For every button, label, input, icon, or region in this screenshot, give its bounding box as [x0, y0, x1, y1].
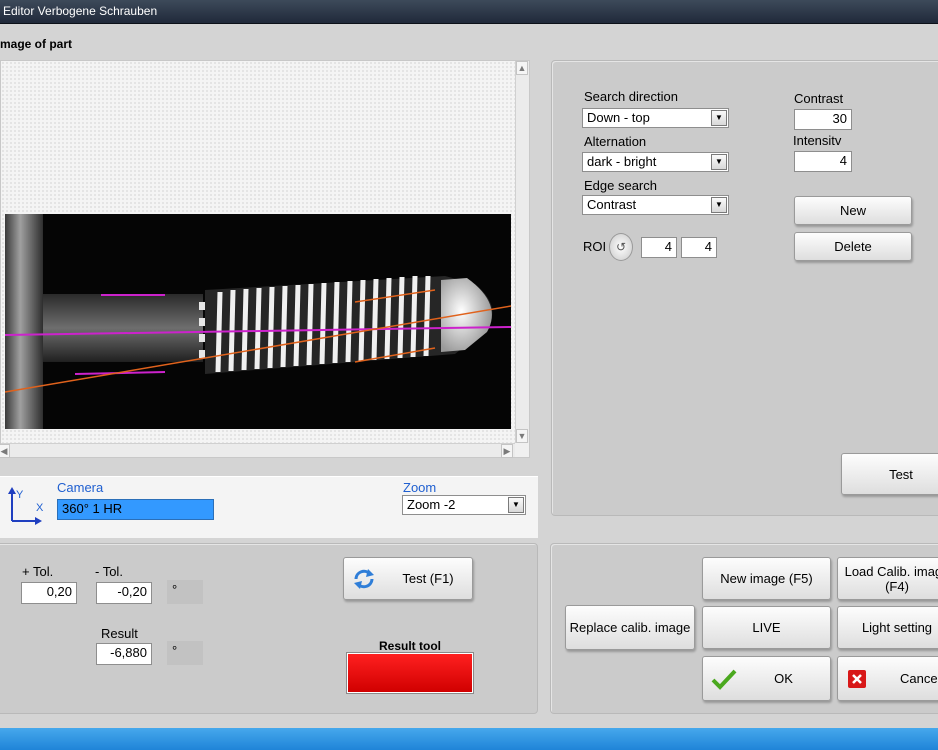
result-label: Result [101, 626, 138, 641]
ok-button[interactable]: OK [702, 656, 831, 701]
alternation-dropdown[interactable]: dark - bright ▼ [582, 152, 729, 172]
zoom-label: Zoom [403, 480, 437, 495]
result-tool-label: Result tool [379, 639, 441, 653]
light-setting-button[interactable]: Light setting [837, 606, 938, 649]
edge-search-dropdown[interactable]: Contrast ▼ [582, 195, 729, 215]
search-direction-value: Down - top [587, 110, 650, 125]
plus-tol-label: + Tol. [22, 564, 54, 579]
checkmark-icon [711, 669, 737, 690]
axis-x-label: X [36, 502, 44, 514]
part-image [5, 214, 511, 429]
minus-tol-field[interactable]: -0,20 [96, 582, 152, 604]
contrast-label: Contrast [794, 91, 844, 106]
tol-unit-box: ° [167, 580, 203, 604]
settings-panel: Search direction Down - top ▼ Alternatio… [551, 60, 938, 516]
intensity-label: Intensitv [793, 133, 842, 148]
window-title: Editor Verbogene Schrauben [3, 4, 158, 18]
edge-search-label: Edge search [584, 178, 657, 193]
close-icon [848, 670, 866, 688]
new-image-button[interactable]: New image (F5) [702, 557, 831, 600]
roi-field-a[interactable]: 4 [641, 237, 677, 258]
chevron-down-icon[interactable]: ▼ [508, 497, 524, 513]
live-button[interactable]: LIVE [702, 606, 831, 649]
contrast-field[interactable]: 30 [794, 109, 852, 130]
result-field: -6,880 [96, 643, 152, 665]
intensity-field[interactable]: 4 [794, 151, 852, 172]
action-panel: New image (F5) Load Calib. image (F4) Re… [550, 543, 938, 714]
load-calib-button[interactable]: Load Calib. image (F4) [837, 557, 938, 600]
refresh-icon [354, 569, 374, 589]
result-tool-indicator [347, 653, 473, 693]
roi-label: ROI [583, 239, 607, 254]
axis-y-label: Y [16, 489, 24, 501]
camera-label: Camera [57, 480, 104, 495]
edge-search-value: Contrast [587, 197, 637, 212]
replace-calib-button[interactable]: Replace calib. image [565, 605, 695, 650]
scroll-right-icon[interactable]: ▶ [501, 444, 513, 458]
search-direction-dropdown[interactable]: Down - top ▼ [582, 108, 729, 128]
horizontal-scrollbar[interactable]: ◀ ▶ [0, 443, 515, 458]
tolerance-panel: + Tol. 0,20 - Tol. -0,20 ° Result -6,880… [0, 543, 538, 714]
camera-select[interactable]: 360° 1 HR [57, 499, 214, 520]
chevron-down-icon[interactable]: ▼ [711, 110, 727, 126]
alternation-label: Alternation [584, 134, 647, 149]
scroll-down-icon[interactable]: ▼ [516, 429, 528, 443]
vertical-scrollbar[interactable]: ▲ ▼ [515, 61, 529, 443]
search-direction-label: Search direction [584, 89, 678, 104]
minus-tol-label: - Tol. [95, 564, 123, 579]
zoom-dropdown[interactable]: Zoom -2 ▼ [402, 495, 526, 515]
roi-field-b[interactable]: 4 [681, 237, 717, 258]
test-button[interactable]: Test [841, 453, 938, 495]
chevron-down-icon[interactable]: ▼ [711, 197, 727, 213]
cancel-label: Cancel [900, 671, 938, 686]
zoom-value: Zoom -2 [407, 497, 456, 512]
test-f1-label: Test (F1) [402, 571, 454, 586]
new-button[interactable]: New [794, 196, 912, 225]
result-unit-box: ° [167, 641, 203, 665]
test-f1-button[interactable]: Test (F1) [343, 557, 473, 600]
alternation-value: dark - bright [587, 154, 657, 169]
title-bar: Editor Verbogene Schrauben [0, 0, 938, 24]
delete-button[interactable]: Delete [794, 232, 912, 261]
section-heading: mage of part [0, 37, 73, 51]
plus-tol-field[interactable]: 0,20 [21, 582, 77, 604]
tol-unit: ° [172, 582, 178, 597]
image-viewer[interactable]: ▲ ▼ ◀ ▶ [0, 60, 530, 458]
chevron-down-icon[interactable]: ▼ [711, 154, 727, 170]
taskbar [0, 728, 938, 750]
scroll-up-icon[interactable]: ▲ [516, 61, 528, 75]
cancel-button[interactable]: Cancel [837, 656, 938, 701]
scroll-left-icon[interactable]: ◀ [0, 444, 10, 458]
ok-label: OK [774, 671, 793, 686]
camera-bar: Y X Camera 360° 1 HR Zoom Zoom -2 ▼ [0, 476, 538, 538]
result-unit: ° [172, 643, 178, 658]
roi-rotate-icon[interactable]: ↺ [609, 233, 633, 261]
